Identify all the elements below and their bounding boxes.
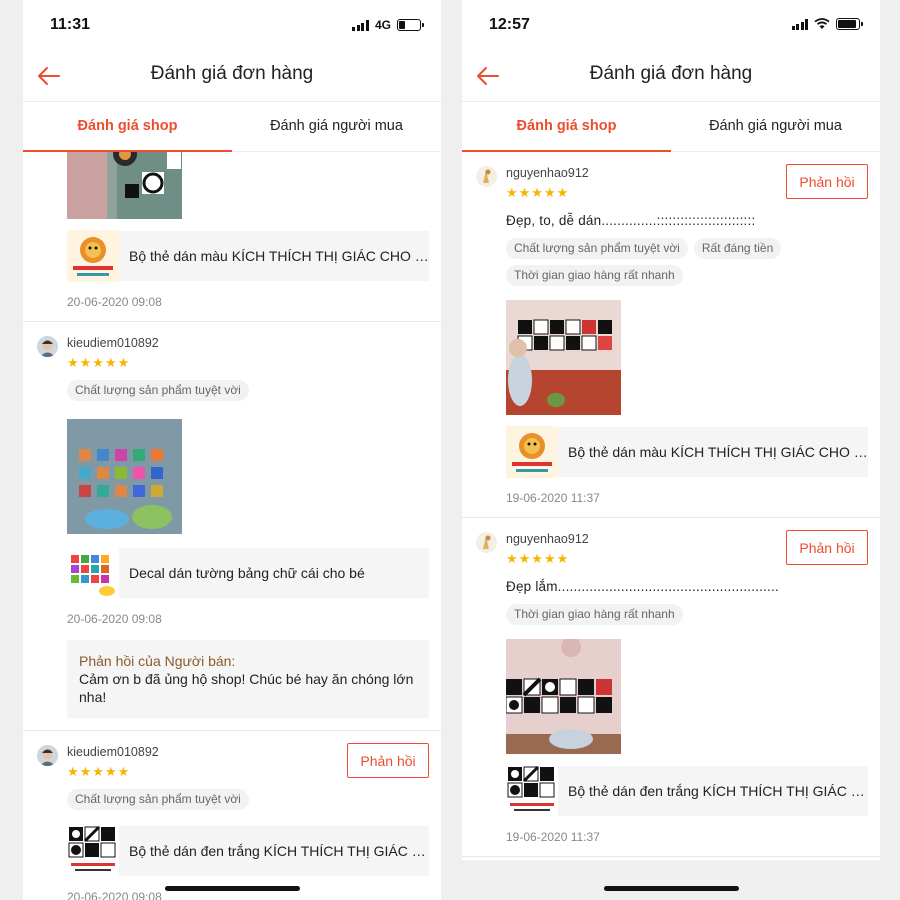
review-photo[interactable] xyxy=(506,639,621,754)
product-name: Bộ thẻ dán đen trắng KÍCH THÍCH THỊ GIÁC… xyxy=(568,783,868,799)
review-tag: Rất đáng tiền xyxy=(693,238,782,259)
reply-button[interactable]: Phản hồi xyxy=(786,530,868,565)
status-time: 12:57 xyxy=(489,16,530,33)
review-photo[interactable] xyxy=(67,152,182,219)
left-phone-screen: 11:31 4G Đánh giá đơn hàng Đánh giá shop… xyxy=(23,0,441,900)
review-tags: Chất lượng sản phẩm tuyệt vời xyxy=(67,380,429,401)
review-item: kieudiem010892 ★★★★★ Chất lượng sản phẩm… xyxy=(23,322,441,731)
seller-reply-text: Cảm ơn b đã ủng hộ shop! Chúc bé hay ăn … xyxy=(79,671,414,705)
product-thumbnail xyxy=(506,765,558,817)
page-title: Đánh giá đơn hàng xyxy=(150,63,314,84)
status-bar: 12:57 xyxy=(462,0,880,50)
product-thumbnail xyxy=(67,547,119,599)
product-card[interactable]: Bộ thẻ dán đen trắng KÍCH THÍCH THỊ GIÁC… xyxy=(506,765,868,817)
home-indicator[interactable] xyxy=(165,886,300,891)
review-tag: Thời gian giao hàng rất nhanh xyxy=(506,265,683,286)
review-tags: Chất lượng sản phẩm tuyệt vời xyxy=(67,789,429,810)
seller-reply: Phản hồi của Người bán: Cảm ơn b đã ủng … xyxy=(67,640,429,718)
home-indicator[interactable] xyxy=(604,886,739,891)
review-text: Đẹp lắm.................................… xyxy=(506,579,779,594)
wifi-icon xyxy=(814,18,830,29)
list-footer xyxy=(462,860,880,900)
review-date: 20-06-2020 09:08 xyxy=(67,890,162,900)
cellular-signal-icon xyxy=(352,19,369,31)
review-text: Đẹp, to, dễ dán..............:::::::::::… xyxy=(506,213,756,228)
seller-reply-label: Phản hồi của Người bán: xyxy=(79,653,236,669)
avatar xyxy=(476,166,497,187)
nav-bar: Đánh giá đơn hàng xyxy=(462,50,880,102)
product-card[interactable]: Bộ thẻ dán màu KÍCH THÍCH THỊ GIÁC CHO B… xyxy=(506,426,868,478)
product-card[interactable]: Decal dán tường bảng chữ cái cho bé xyxy=(67,547,429,599)
review-item: nguyenhao912 ★★★★★ Phản hồi Đẹp lắm.....… xyxy=(462,518,880,857)
nav-bar: Đánh giá đơn hàng xyxy=(23,50,441,102)
right-phone-screen: 12:57 Đánh giá đơn hàng Đánh giá shop Đá… xyxy=(462,0,880,900)
product-card[interactable]: Bộ thẻ dán màu KÍCH THÍCH THỊ GIÁC CHO B… xyxy=(67,230,429,282)
page-title: Đánh giá đơn hàng xyxy=(589,63,753,84)
avatar xyxy=(476,532,497,553)
review-list: nguyenhao912 ★★★★★ Phản hồi Đẹp, to, dễ … xyxy=(462,152,880,900)
reply-button[interactable]: Phản hồi xyxy=(786,164,868,199)
battery-icon xyxy=(397,19,424,31)
review-date: 20-06-2020 09:08 xyxy=(67,612,162,626)
review-photo[interactable] xyxy=(67,419,182,534)
review-tag: Chất lượng sản phẩm tuyệt vời xyxy=(67,380,249,401)
review-tags: Chất lượng sản phẩm tuyệt vời Rất đáng t… xyxy=(506,238,868,286)
product-thumbnail xyxy=(67,825,119,877)
username: kieudiem010892 xyxy=(67,336,159,350)
reply-button[interactable]: Phản hồi xyxy=(347,743,429,778)
review-tags: Thời gian giao hàng rất nhanh xyxy=(506,604,868,625)
tab-shop-review[interactable]: Đánh giá shop xyxy=(23,102,232,152)
review-date: 19-06-2020 11:37 xyxy=(506,830,600,844)
product-name: Bộ thẻ dán màu KÍCH THÍCH THỊ GIÁC CHO B… xyxy=(129,248,429,264)
product-card[interactable]: Bộ thẻ dán đen trắng KÍCH THÍCH THỊ GIÁC… xyxy=(67,825,429,877)
review-date: 19-06-2020 11:37 xyxy=(506,491,600,505)
review-item: Bộ thẻ dán màu KÍCH THÍCH THỊ GIÁC CHO B… xyxy=(23,152,441,322)
review-tag: Chất lượng sản phẩm tuyệt vời xyxy=(67,789,249,810)
review-item: kieudiem010892 ★★★★★ Phản hồi Chất lượng… xyxy=(23,731,441,900)
review-photo[interactable] xyxy=(506,300,621,415)
tab-bar: Đánh giá shop Đánh giá người mua xyxy=(462,102,880,152)
tab-bar: Đánh giá shop Đánh giá người mua xyxy=(23,102,441,152)
review-item: nguyenhao912 ★★★★★ Phản hồi Đẹp, to, dễ … xyxy=(462,152,880,518)
tab-buyer-review[interactable]: Đánh giá người mua xyxy=(671,102,880,151)
status-bar: 11:31 4G xyxy=(23,0,441,50)
product-name: Decal dán tường bảng chữ cái cho bé xyxy=(129,565,365,581)
review-list: Bộ thẻ dán màu KÍCH THÍCH THỊ GIÁC CHO B… xyxy=(23,152,441,900)
review-tag: Chất lượng sản phẩm tuyệt vời xyxy=(506,238,688,259)
avatar xyxy=(37,336,58,357)
review-date: 20-06-2020 09:08 xyxy=(67,295,162,309)
battery-icon xyxy=(836,18,863,30)
status-time: 11:31 xyxy=(50,16,91,33)
tab-shop-review[interactable]: Đánh giá shop xyxy=(462,102,671,152)
product-name: Bộ thẻ dán màu KÍCH THÍCH THỊ GIÁC CHO B… xyxy=(568,444,868,460)
avatar xyxy=(37,745,58,766)
network-type: 4G xyxy=(374,18,391,32)
star-rating: ★★★★★ xyxy=(67,355,131,370)
product-thumbnail xyxy=(67,230,119,282)
status-indicators xyxy=(791,18,863,30)
product-thumbnail xyxy=(506,426,558,478)
status-indicators: 4G xyxy=(352,18,424,32)
cellular-signal-icon xyxy=(791,18,808,30)
review-tag: Thời gian giao hàng rất nhanh xyxy=(506,604,683,625)
product-name: Bộ thẻ dán đen trắng KÍCH THÍCH THỊ GIÁC… xyxy=(129,843,429,859)
tab-buyer-review[interactable]: Đánh giá người mua xyxy=(232,102,441,151)
